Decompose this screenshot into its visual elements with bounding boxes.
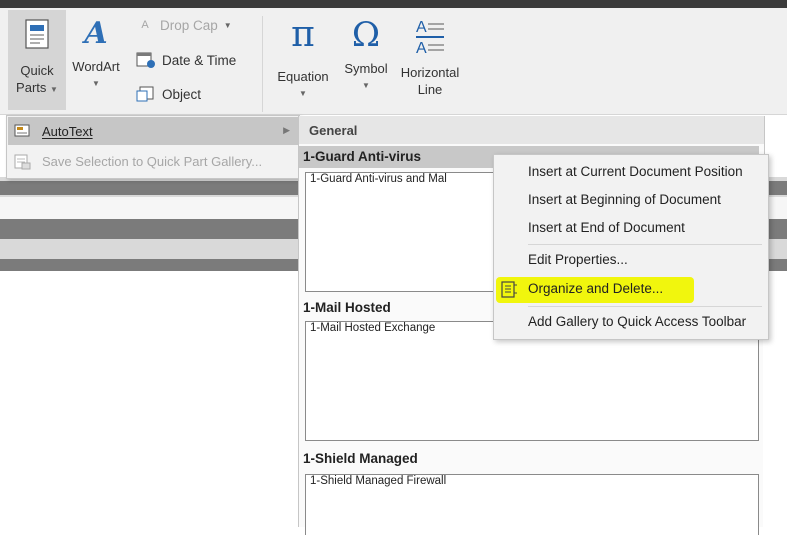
gallery-entry-title[interactable]: 1-Mail Hosted	[303, 300, 391, 315]
drop-cap-icon: A	[141, 19, 149, 31]
gallery-section-header: General	[299, 116, 764, 144]
menu-item-label: Insert at End of Document	[528, 220, 685, 235]
menu-item-label: Add Gallery to Quick Access Toolbar	[528, 314, 747, 329]
object-button[interactable]: Object	[136, 83, 201, 105]
drop-cap-label: Drop Cap	[160, 17, 218, 33]
edit-properties-item[interactable]: Edit Properties...	[494, 246, 768, 274]
autotext-icon	[14, 124, 30, 137]
gallery-entry-title[interactable]: 1-Shield Managed	[303, 451, 418, 466]
menu-item-label: Insert at Beginning of Document	[528, 192, 721, 207]
wordart-button[interactable]: A WordArt ▼	[66, 10, 126, 110]
quick-parts-label-1: Quick	[20, 63, 54, 78]
menu-item-label: Insert at Current Document Position	[528, 164, 743, 179]
horizontal-line-icon: A A	[416, 19, 444, 57]
object-icon	[136, 86, 154, 102]
date-time-icon	[136, 52, 155, 68]
quick-parts-icon	[25, 19, 49, 49]
gallery-entry-preview-text: 1-Guard Anti-virus and Mal	[310, 173, 447, 185]
gallery-entry-preview[interactable]: 1-Shield Managed Firewall	[305, 474, 759, 535]
save-selection-menu-item[interactable]: Save Selection to Quick Part Gallery...	[8, 147, 298, 175]
horizontal-line-label-1: Horizontal	[400, 65, 460, 80]
organize-delete-item[interactable]: Organize and Delete...	[494, 275, 768, 303]
organize-icon	[501, 281, 517, 298]
menu-item-label: Organize and Delete...	[528, 281, 664, 296]
gallery-entry-preview-text: 1-Mail Hosted Exchange	[310, 322, 436, 334]
insert-beginning-item[interactable]: Insert at Beginning of Document	[494, 186, 768, 214]
svg-text:A: A	[416, 19, 427, 36]
wordart-icon: A	[84, 16, 108, 51]
date-time-button[interactable]: Date & Time	[136, 49, 236, 71]
chevron-right-icon: ▶	[283, 125, 290, 135]
menu-separator	[528, 244, 762, 245]
window-title-bar	[0, 0, 787, 8]
autotext-label: AutoText	[42, 123, 93, 139]
gallery-entry-preview-text: 1-Shield Managed Firewall	[310, 475, 447, 487]
drop-cap-button[interactable]: A Drop Cap ▼	[136, 14, 232, 36]
equation-icon: π	[291, 14, 315, 55]
autotext-menu-item[interactable]: AutoText ▶	[8, 117, 298, 145]
chevron-down-icon: ▼	[50, 85, 58, 94]
horizontal-line-label-2: Line	[417, 82, 443, 97]
chevron-down-icon: ▼	[92, 79, 100, 88]
add-gallery-qat-item[interactable]: Add Gallery to Quick Access Toolbar	[494, 308, 768, 336]
menu-item-label: Edit Properties...	[528, 252, 628, 267]
wordart-label: WordArt	[72, 59, 120, 74]
insert-end-item[interactable]: Insert at End of Document	[494, 214, 768, 242]
save-selection-label: Save Selection to Quick Part Gallery...	[42, 153, 263, 169]
chevron-down-icon: ▼	[223, 20, 232, 30]
quick-parts-button[interactable]: Quick Parts ▼	[8, 10, 66, 110]
symbol-button[interactable]: Ω Symbol ▼	[338, 10, 394, 110]
quick-parts-label-2: Parts ▼	[16, 80, 58, 95]
equation-button[interactable]: π Equation ▼	[270, 10, 336, 110]
menu-separator	[528, 306, 762, 307]
horizontal-line-button[interactable]: A A Horizontal Line	[394, 10, 466, 110]
object-label: Object	[162, 86, 202, 102]
save-selection-icon	[14, 154, 31, 170]
symbol-icon: Ω	[351, 15, 381, 55]
quick-parts-menu: AutoText ▶ Save Selection to Quick Part …	[6, 115, 300, 179]
symbol-label: Symbol	[344, 61, 388, 76]
equation-label: Equation	[277, 69, 329, 84]
gallery-section-label: General	[309, 122, 358, 138]
chevron-down-icon: ▼	[362, 81, 370, 90]
ribbon-separator	[262, 16, 263, 112]
ribbon-insert-tab: Quick Parts ▼ A WordArt ▼ A Drop Cap ▼ D…	[0, 8, 787, 115]
date-time-label: Date & Time	[162, 52, 237, 68]
svg-text:A: A	[416, 40, 427, 56]
insert-current-position-item[interactable]: Insert at Current Document Position	[494, 158, 768, 186]
chevron-down-icon: ▼	[299, 89, 307, 98]
gallery-context-menu: Insert at Current Document Position Inse…	[493, 154, 769, 340]
